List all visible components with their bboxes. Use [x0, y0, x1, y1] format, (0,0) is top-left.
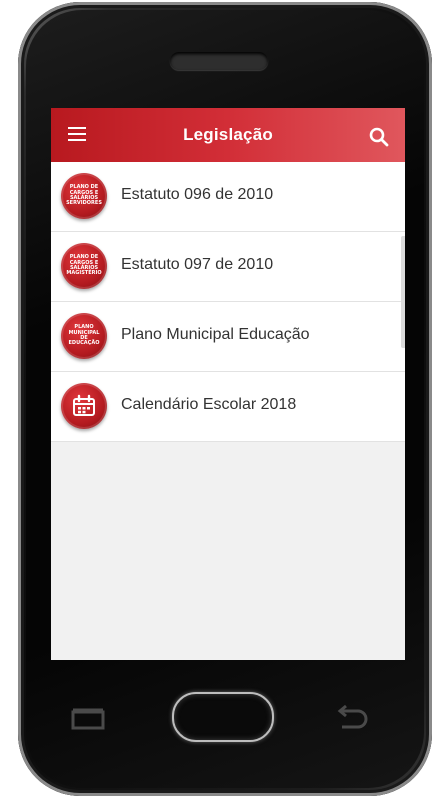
list-item-label: Plano Municipal Educação [121, 326, 310, 343]
list-item-label: Estatuto 097 de 2010 [121, 256, 274, 273]
phone-speaker [170, 52, 268, 70]
list-item-label: Calendário Escolar 2018 [121, 396, 297, 413]
page-title: Legislação [183, 125, 273, 144]
back-icon[interactable] [336, 700, 370, 732]
list-item-badge [61, 383, 107, 429]
recent-apps-icon[interactable] [71, 708, 105, 730]
list-item-badge: PLANO MUNICIPAL DE EDUCAÇÃO [61, 313, 107, 359]
list-item[interactable]: Calendário Escolar 2018 [51, 372, 405, 442]
app-bar: Legislação [51, 108, 405, 162]
list-item-badge: PLANO DE CARGOS E SALÁRIOS MAGISTÉRIO [61, 243, 107, 289]
list-item[interactable]: PLANO DE CARGOS E SALÁRIOS MAGISTÉRIO Es… [51, 232, 405, 302]
list-item[interactable]: PLANO DE CARGOS E SALÁRIOS SERVIDORES Es… [51, 162, 405, 232]
legislation-list: PLANO DE CARGOS E SALÁRIOS SERVIDORES Es… [51, 162, 405, 442]
list-item-label: Estatuto 096 de 2010 [121, 186, 274, 203]
app-screen: Legislação PLANO DE CARGOS E SALÁRIOS SE… [51, 108, 405, 660]
list-item[interactable]: PLANO MUNICIPAL DE EDUCAÇÃO Plano Munici… [51, 302, 405, 372]
search-icon[interactable] [369, 127, 389, 147]
list-item-badge: PLANO DE CARGOS E SALÁRIOS SERVIDORES [61, 173, 107, 219]
home-button[interactable] [172, 692, 274, 742]
scroll-indicator [401, 236, 405, 348]
calendar-icon [73, 394, 95, 416]
